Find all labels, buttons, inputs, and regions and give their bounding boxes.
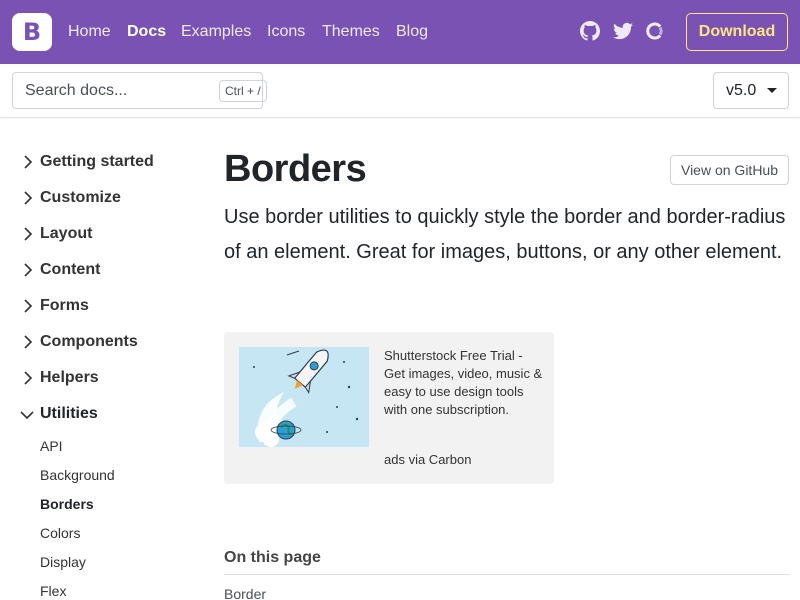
sidebar-group-layout[interactable]: Layout xyxy=(20,222,92,246)
opencollective-icon[interactable] xyxy=(645,21,667,43)
sidebar-item-api[interactable]: API xyxy=(40,436,63,456)
sidebar-group-customize[interactable]: Customize xyxy=(20,186,121,210)
caret-down-icon xyxy=(767,88,777,93)
sidebar-group-helpers[interactable]: Helpers xyxy=(20,366,99,390)
nav-link-blog[interactable]: Blog xyxy=(396,21,428,43)
toc-item-border[interactable]: Border xyxy=(224,585,266,600)
nav-link-home[interactable]: Home xyxy=(68,21,111,43)
search-shortcut-hint: Ctrl + / xyxy=(219,80,267,102)
sidebar-group-label: Utilities xyxy=(40,405,98,422)
ad-powered-by[interactable]: ads via Carbon xyxy=(384,451,471,469)
docs-subnav: Ctrl + / v5.0 xyxy=(0,64,800,118)
nav-link-icons[interactable]: Icons xyxy=(267,21,305,43)
chevron-right-icon xyxy=(20,258,36,282)
top-navbar: B Home Docs Examples Icons Themes Blog D… xyxy=(0,0,800,64)
chevron-right-icon xyxy=(20,150,36,174)
chevron-right-icon xyxy=(20,222,36,246)
docs-sidebar: Getting started Customize Layout Content… xyxy=(0,118,200,600)
search-input[interactable] xyxy=(13,73,203,108)
chevron-right-icon xyxy=(20,186,36,210)
twitter-icon[interactable] xyxy=(613,21,635,43)
view-on-github-button[interactable]: View on GitHub xyxy=(670,155,789,185)
nav-link-themes[interactable]: Themes xyxy=(322,21,380,43)
sidebar-item-background[interactable]: Background xyxy=(40,465,115,485)
sidebar-group-utilities[interactable]: Utilities xyxy=(20,402,98,426)
sidebar-item-display[interactable]: Display xyxy=(40,552,86,572)
github-icon[interactable] xyxy=(580,21,602,43)
brand-letter: B xyxy=(22,18,42,46)
sidebar-group-forms[interactable]: Forms xyxy=(20,294,89,318)
ad-text[interactable]: Shutterstock Free Trial - Get images, vi… xyxy=(384,347,544,419)
bootstrap-logo[interactable]: B xyxy=(12,13,52,51)
download-button[interactable]: Download xyxy=(686,13,788,51)
sidebar-group-getting-started[interactable]: Getting started xyxy=(20,150,154,174)
page-title: Borders xyxy=(224,148,367,190)
sidebar-group-label: Customize xyxy=(40,189,121,206)
sidebar-group-content[interactable]: Content xyxy=(20,258,100,282)
sidebar-group-label: Getting started xyxy=(40,153,154,170)
nav-link-docs[interactable]: Docs xyxy=(127,21,166,43)
search-box[interactable]: Ctrl + / xyxy=(12,72,267,109)
sidebar-group-label: Helpers xyxy=(40,369,99,386)
chevron-right-icon xyxy=(20,294,36,318)
carbon-ad: Shutterstock Free Trial - Get images, vi… xyxy=(224,332,554,484)
sidebar-group-label: Components xyxy=(40,333,138,350)
chevron-right-icon xyxy=(20,330,36,354)
chevron-down-icon xyxy=(20,402,36,426)
nav-link-examples[interactable]: Examples xyxy=(181,21,251,43)
sidebar-group-label: Layout xyxy=(40,225,93,242)
sidebar-group-label: Forms xyxy=(40,297,89,314)
sidebar-item-flex[interactable]: Flex xyxy=(40,581,66,600)
version-label: v5.0 xyxy=(726,82,757,99)
page-lead: Use border utilities to quickly style th… xyxy=(224,206,786,263)
sidebar-group-label: Content xyxy=(40,261,101,278)
sidebar-item-borders[interactable]: Borders xyxy=(40,494,94,514)
toc-divider xyxy=(224,574,790,575)
sidebar-item-colors[interactable]: Colors xyxy=(40,523,80,543)
toc-title: On this page xyxy=(224,549,321,566)
chevron-right-icon xyxy=(20,366,36,390)
sidebar-group-components[interactable]: Components xyxy=(20,330,138,354)
version-dropdown[interactable]: v5.0 xyxy=(713,72,789,109)
ad-image[interactable] xyxy=(239,347,369,447)
